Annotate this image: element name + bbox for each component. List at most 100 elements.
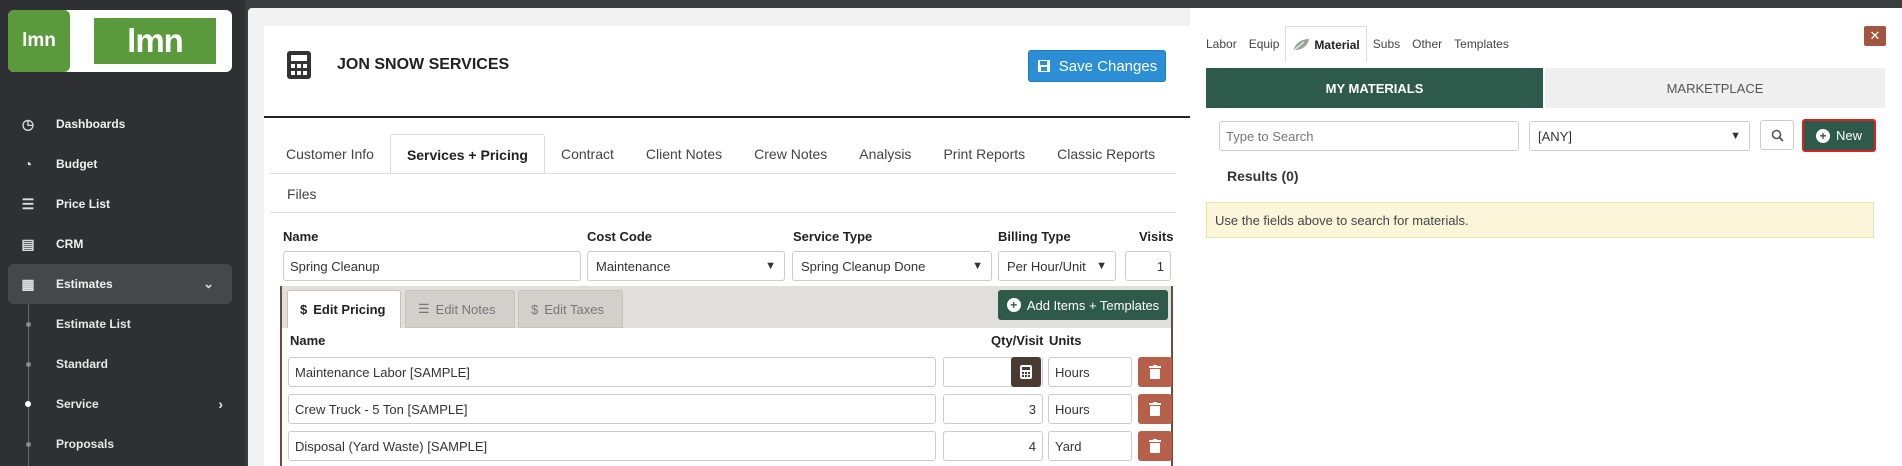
logo-large: lmn xyxy=(94,18,216,64)
tab-templates[interactable]: Templates xyxy=(1448,26,1515,62)
item-units-input[interactable]: Hours xyxy=(1048,394,1132,424)
dollar-icon: $ xyxy=(300,302,308,317)
tab-services-pricing[interactable]: Services + Pricing xyxy=(389,134,545,174)
logo[interactable]: lmn lmn xyxy=(8,10,232,72)
search-button[interactable] xyxy=(1760,120,1794,150)
calculator-icon xyxy=(1020,365,1032,379)
item-units-input[interactable]: Hours xyxy=(1048,357,1132,387)
sidebar-item-crm[interactable]: ▤ CRM xyxy=(0,227,245,261)
tab-my-materials[interactable]: MY MATERIALS xyxy=(1206,68,1543,108)
tab-label: Material xyxy=(1314,37,1360,52)
dollar-icon: $ xyxy=(531,301,539,317)
chevron-down-icon: ▼ xyxy=(1096,260,1107,272)
tab-edit-taxes[interactable]: $ Edit Taxes xyxy=(518,290,623,328)
sidebar-subitem-proposals[interactable]: Proposals xyxy=(0,429,245,459)
tab-edit-pricing[interactable]: $ Edit Pricing xyxy=(287,290,401,328)
info-message: Use the fields above to search for mater… xyxy=(1206,202,1874,238)
sidebar-subitem-label: Proposals xyxy=(56,437,115,451)
item-qty-input[interactable]: 3 xyxy=(943,394,1043,424)
sidebar-item-dashboards[interactable]: ◷ Dashboards xyxy=(0,107,245,141)
tab-equip[interactable]: Equip xyxy=(1243,26,1286,62)
tabs-divider xyxy=(270,212,1176,213)
sidebar-subitem-label: Estimate List xyxy=(56,317,131,331)
billing-type-select[interactable]: Per Hour/Unit ▼ xyxy=(998,251,1116,281)
tab-print-reports[interactable]: Print Reports xyxy=(927,134,1041,174)
tab-client-notes[interactable]: Client Notes xyxy=(630,134,738,174)
results-count: Results (0) xyxy=(1227,168,1299,184)
list-icon: ☰ xyxy=(21,195,35,212)
new-material-button[interactable]: + New xyxy=(1802,119,1876,152)
filter-value: [ANY] xyxy=(1538,128,1572,144)
list-icon: ☰ xyxy=(418,301,430,316)
logo-small-text: lmn xyxy=(22,30,56,51)
page-title: JON SNOW SERVICES xyxy=(337,56,510,73)
add-items-templates-button[interactable]: + Add Items + Templates xyxy=(998,290,1168,320)
tab-contract[interactable]: Contract xyxy=(545,134,630,174)
sidebar-item-budget[interactable]: ◔ Budget xyxy=(0,147,245,181)
header-divider xyxy=(264,116,1190,118)
tab-crew-notes[interactable]: Crew Notes xyxy=(738,134,843,174)
item-name-input[interactable]: Maintenance Labor [SAMPLE] xyxy=(288,357,936,387)
item-name-input[interactable]: Disposal (Yard Waste) [SAMPLE] xyxy=(288,431,936,461)
save-changes-button[interactable]: Save Changes xyxy=(1028,50,1166,82)
save-changes-label: Save Changes xyxy=(1058,57,1158,75)
item-name-input[interactable]: Crew Truck - 5 Ton [SAMPLE] xyxy=(288,394,936,424)
bullet-icon xyxy=(26,321,31,327)
tab-label: Edit Notes xyxy=(435,301,496,317)
tab-classic-reports[interactable]: Classic Reports xyxy=(1041,134,1171,174)
tab-analysis[interactable]: Analysis xyxy=(843,134,927,174)
cost-code-select[interactable]: Maintenance ▼ xyxy=(587,251,785,281)
chevron-right-icon: › xyxy=(218,396,223,412)
chevron-down-icon: ▼ xyxy=(765,260,776,272)
service-type-value: Spring Cleanup Done xyxy=(801,258,926,274)
tab-label: Edit Pricing xyxy=(313,302,386,317)
tab-labor[interactable]: Labor xyxy=(1200,26,1243,62)
close-button[interactable]: ✕ xyxy=(1864,26,1886,46)
material-search-input[interactable] xyxy=(1219,121,1519,151)
sidebar-item-label: Price List xyxy=(56,197,111,211)
leaf-icon xyxy=(1293,38,1310,51)
bullet-icon xyxy=(25,401,31,407)
item-qty-input[interactable]: 4 xyxy=(943,431,1043,461)
tab-marketplace[interactable]: MARKETPLACE xyxy=(1545,68,1885,108)
calculator-icon xyxy=(285,50,313,80)
save-icon xyxy=(1037,60,1050,72)
sidebar-item-price-list[interactable]: ☰ Price List xyxy=(0,187,245,221)
service-name-input[interactable]: Spring Cleanup xyxy=(283,251,581,281)
bullet-icon xyxy=(26,361,31,367)
chevron-down-icon: ▼ xyxy=(1730,130,1741,142)
calculator-button[interactable] xyxy=(1011,357,1041,387)
service-type-select[interactable]: Spring Cleanup Done ▼ xyxy=(792,251,992,281)
sidebar-subitem-estimate-list[interactable]: Estimate List xyxy=(0,309,245,339)
delete-button[interactable] xyxy=(1138,394,1172,424)
add-items-label: Add Items + Templates xyxy=(1026,297,1160,313)
sidebar-item-label: Budget xyxy=(56,157,98,171)
sidebar-subitem-service[interactable]: Service › xyxy=(0,389,245,419)
tab-files[interactable]: Files xyxy=(287,186,317,202)
calculator-icon: ▦ xyxy=(21,275,35,292)
delete-button[interactable] xyxy=(1138,357,1172,387)
material-filter-select[interactable]: [ANY] ▼ xyxy=(1529,121,1750,151)
column-header-service-type: Service Type xyxy=(793,229,873,244)
column-header-visits: Visits xyxy=(1139,229,1174,244)
bullet-icon xyxy=(26,441,31,447)
sidebar-item-estimates[interactable]: ▦ Estimates ⌄ xyxy=(8,264,232,304)
cost-code-value: Maintenance xyxy=(596,258,671,274)
pricing-header-name: Name xyxy=(290,333,326,348)
item-units-input[interactable]: Yard xyxy=(1048,431,1132,461)
plus-circle-icon: + xyxy=(1006,298,1021,312)
pricing-header-qty: Qty/Visit xyxy=(991,333,1044,348)
tab-material[interactable]: Material xyxy=(1285,26,1367,62)
sidebar-subitem-label: Standard xyxy=(56,357,109,371)
tab-subs[interactable]: Subs xyxy=(1367,26,1406,62)
column-header-billing-type: Billing Type xyxy=(998,229,1071,244)
sidebar-subitem-label: Service xyxy=(56,397,99,411)
close-icon: ✕ xyxy=(1869,28,1881,43)
tab-edit-notes[interactable]: ☰ Edit Notes xyxy=(405,290,515,328)
tab-customer-info[interactable]: Customer Info xyxy=(270,134,390,174)
visits-input[interactable]: 1 xyxy=(1125,251,1171,281)
billing-type-value: Per Hour/Unit xyxy=(1007,258,1086,274)
tab-other[interactable]: Other xyxy=(1406,26,1448,62)
delete-button[interactable] xyxy=(1138,431,1172,461)
sidebar-subitem-standard[interactable]: Standard xyxy=(0,349,245,379)
